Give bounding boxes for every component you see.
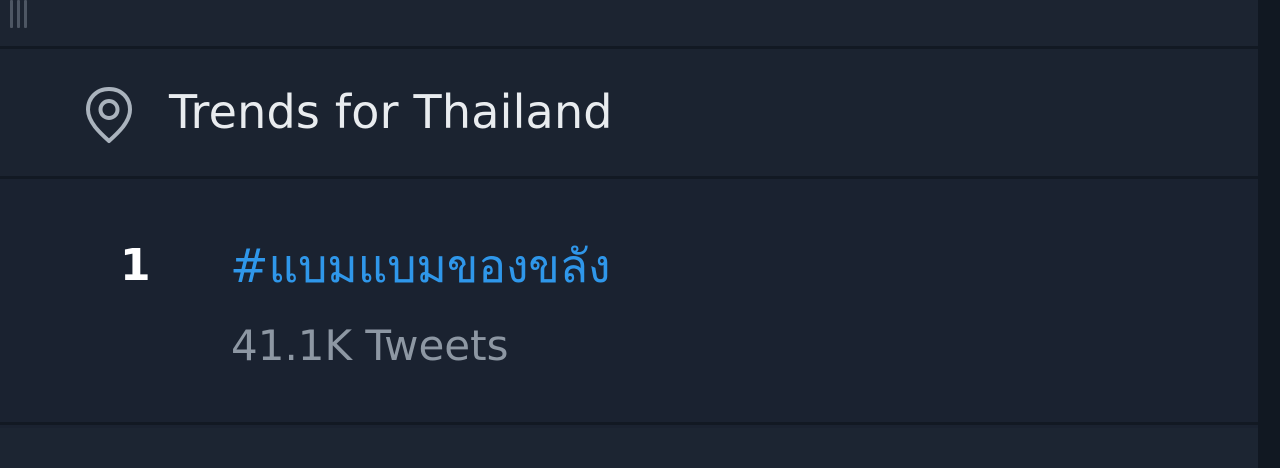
trend-hashtag-link[interactable]: #แบมแบมของขลัง [230,236,611,296]
trend-tweet-count: 41.1K Tweets [231,321,509,370]
trend-item[interactable] [0,179,1258,422]
previous-section [0,0,1258,46]
next-section [0,428,1258,468]
divider [0,422,1258,425]
trend-rank: 1 [120,240,151,291]
trends-title: Trends for Thailand [169,85,613,139]
grip-handle-icon [10,0,34,28]
location-pin-icon [86,87,132,143]
trends-screen: Trends for Thailand 1 #แบมแบมของขลัง 41.… [0,0,1280,468]
panel-edge [1258,0,1280,468]
